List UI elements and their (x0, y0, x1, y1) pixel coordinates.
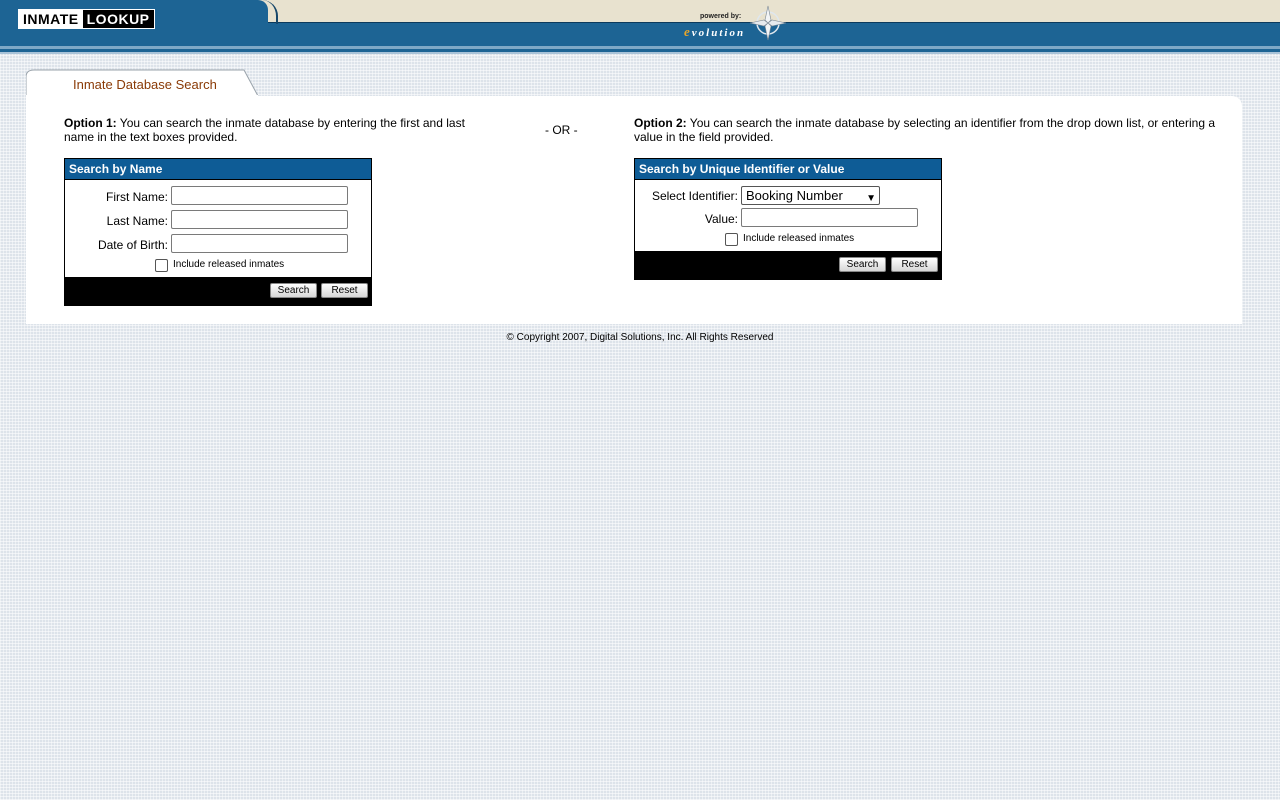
inmate-lookup-logo: INMATE LOOKUP (18, 9, 155, 29)
first-name-field[interactable] (171, 186, 348, 205)
include-released-label-name: Include released inmates (173, 259, 285, 270)
name-search-button[interactable]: Search (270, 283, 317, 298)
powered-by-label: powered by: (700, 13, 742, 20)
option1-text: You can search the inmate database by en… (64, 116, 465, 144)
value-label: Value: (704, 212, 738, 226)
include-released-checkbox-name[interactable] (155, 259, 168, 272)
name-reset-button[interactable]: Reset (321, 283, 368, 298)
tab-inmate-database-search[interactable]: Inmate Database Search (73, 77, 217, 92)
evolution-logo-rest: volution (691, 27, 746, 39)
option1-heading: Option 1: (64, 116, 117, 130)
chevron-down-icon: ▼ (866, 193, 876, 204)
option2-text: You can search the inmate database by se… (634, 116, 1215, 144)
or-separator: - OR - (545, 123, 578, 137)
identifier-reset-button[interactable]: Reset (891, 257, 938, 272)
compass-star-icon (749, 5, 787, 41)
include-released-label-id: Include released inmates (743, 233, 855, 244)
option2-description: Option 2: You can search the inmate data… (634, 116, 1224, 144)
last-name-label: Last Name: (106, 214, 168, 228)
identifier-select-value: Booking Number (746, 188, 843, 203)
option1-description: Option 1: You can search the inmate data… (64, 116, 484, 144)
search-by-name-footer: Search Reset (65, 277, 371, 305)
identifier-select[interactable]: Booking Number ▼ (741, 186, 880, 205)
evolution-logo-e: e (684, 24, 692, 39)
copyright-text: © Copyright 2007, Digital Solutions, Inc… (506, 332, 774, 343)
select-identifier-label: Select Identifier: (651, 189, 738, 203)
option2-heading: Option 2: (634, 116, 687, 130)
search-by-identifier-footer: Search Reset (635, 251, 941, 279)
include-released-checkbox-id[interactable] (725, 233, 738, 246)
first-name-label: First Name: (105, 190, 168, 204)
identifier-search-button[interactable]: Search (839, 257, 886, 272)
date-of-birth-field[interactable] (171, 234, 348, 253)
header-stripe (0, 52, 1280, 54)
search-by-name-title: Search by Name (65, 159, 371, 180)
search-by-identifier-box: Search by Unique Identifier or Value Sel… (634, 158, 942, 280)
date-of-birth-label: Date of Birth: (97, 238, 168, 252)
search-by-identifier-title: Search by Unique Identifier or Value (635, 159, 941, 180)
search-by-name-box: Search by Name First Name: Last Name: Da… (64, 158, 372, 306)
logo-text-inmate: INMATE (19, 10, 83, 28)
last-name-field[interactable] (171, 210, 348, 229)
evolution-logo-text: evolution (684, 24, 745, 40)
identifier-value-field[interactable] (741, 208, 918, 227)
logo-text-lookup: LOOKUP (82, 10, 154, 28)
header-banner: INMATE LOOKUP powered by: evolution (0, 0, 1280, 56)
